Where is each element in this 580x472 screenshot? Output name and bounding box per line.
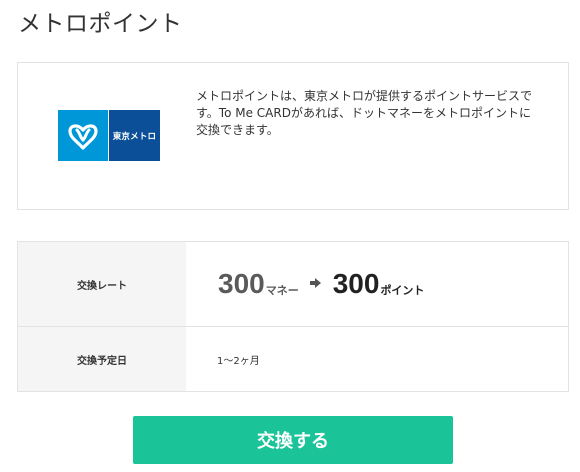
rate-to-unit: ポイント [380,284,425,297]
schedule-value: 1〜2ヶ月 [217,355,260,367]
exchange-rate-value: 300 マネー 300 ポイント [186,242,568,326]
intro-card: 東京メトロ メトロポイントは、東京メトロが提供するポイントサービスです。To M… [17,62,569,210]
rate-to-amount: 300 [332,268,380,299]
exchange-info-table: 交換レート 300 マネー 300 ポイント 交換予定日 1〜2ヶ月 [17,241,569,392]
metro-heart-icon [58,110,108,161]
tokyo-metro-logo: 東京メトロ [58,110,160,161]
arrow-right-icon [309,273,321,292]
exchange-rate-label: 交換レート [18,242,186,326]
exchange-button[interactable]: 交換する [133,416,453,464]
intro-description: メトロポイントは、東京メトロが提供するポイントサービスです。To Me CARD… [196,89,533,137]
page-title: メトロポイント [18,11,183,37]
schedule-label: 交換予定日 [18,327,186,391]
rate-from-amount: 300 [218,268,265,299]
rate-from-unit: マネー [265,284,299,297]
logo-wordmark: 東京メトロ [109,110,160,161]
exchange-rate-row: 交換レート 300 マネー 300 ポイント [18,242,568,327]
schedule-row: 交換予定日 1〜2ヶ月 [18,327,568,391]
